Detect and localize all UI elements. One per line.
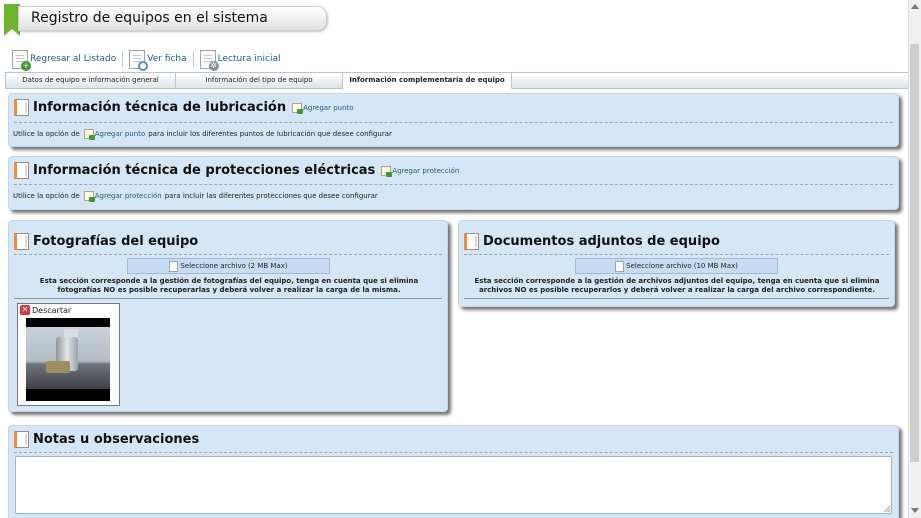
notes-header: Notas u observaciones (14, 431, 199, 448)
equipment-photo[interactable] (26, 318, 110, 401)
inline-add-point-label: Agregar punto (94, 130, 146, 138)
initial-reading-button[interactable]: ✲ Lectura inicial (199, 49, 281, 71)
photos-panel: Fotografías del equipo Seleccione archiv… (8, 220, 448, 412)
back-to-list-button[interactable]: + Regresar al Listado (12, 49, 117, 71)
electrical-panel: Información técnica de protecciones eléc… (8, 156, 899, 210)
description-prefix: Utilice la opción de (13, 130, 80, 138)
toolbar: + Regresar al Listado Ver ficha ✲ Lectur… (12, 47, 286, 71)
delete-icon: ✕ (20, 305, 30, 315)
document-gear-icon: ✲ (199, 49, 219, 71)
section-divider (14, 254, 442, 255)
book-icon (14, 233, 29, 250)
document-upload-button[interactable]: Seleccione archivo (10 MB Max) (575, 258, 778, 274)
section-divider (14, 122, 893, 123)
lubrication-header: Información técnica de lubricación Agreg… (14, 99, 354, 116)
electrical-description: Utilice la opción de Agregar protección … (13, 191, 378, 202)
documents-header: Documentos adjuntos de equipo (464, 233, 720, 250)
add-protection-label: Agregar protección (392, 166, 460, 175)
add-item-icon (381, 165, 393, 177)
discard-photo-button[interactable]: ✕ Descartar (20, 305, 71, 315)
document-search-icon (129, 49, 149, 71)
document-upload-limit: (10 MB Max) (693, 262, 738, 270)
page-title: Registro de equipos en el sistema (18, 6, 327, 31)
photos-note: Esta sección corresponde a la gestión de… (39, 277, 419, 294)
view-sheet-label: Ver ficha (147, 54, 187, 64)
book-icon (14, 431, 29, 448)
scroll-up-arrow-icon[interactable] (911, 4, 919, 9)
electrical-title: Información técnica de protecciones eléc… (33, 163, 376, 178)
scrollbar-thumb[interactable] (910, 44, 919, 462)
page: Registro de equipos en el sistema + Regr… (0, 0, 921, 518)
section-divider (14, 452, 893, 453)
book-icon (464, 233, 479, 250)
file-icon (615, 260, 625, 272)
photo-upload-label: Seleccione archivo (180, 262, 246, 270)
add-point-label: Agregar punto (303, 103, 354, 112)
tab-general-info[interactable]: Datos de equipo e información general (6, 73, 176, 89)
photo-card: ✕ Descartar (17, 303, 120, 406)
page-header: Registro de equipos en el sistema (4, 4, 327, 36)
documents-panel: Documentos adjuntos de equipo Seleccione… (458, 220, 895, 307)
section-divider (14, 184, 893, 185)
add-protection-button[interactable]: Agregar protección (381, 165, 460, 177)
photos-title: Fotografías del equipo (33, 234, 199, 249)
electrical-header: Información técnica de protecciones eléc… (14, 162, 459, 179)
back-to-list-label: Regresar al Listado (30, 54, 117, 64)
book-icon (14, 99, 29, 116)
inline-add-point-link[interactable]: Agregar punto (83, 129, 146, 140)
discard-label: Descartar (32, 305, 72, 315)
documents-note: Esta sección corresponde a la gestión de… (474, 277, 880, 294)
photo-upload-limit: (2 MB Max) (247, 262, 288, 270)
description-suffix: para incluir las diferentes protecciones… (164, 192, 378, 200)
description-prefix: Utilice la opción de (13, 192, 80, 200)
toolbar-divider (122, 51, 124, 67)
notes-textarea[interactable] (15, 456, 892, 514)
tab-bar: Datos de equipo e información general In… (5, 72, 913, 89)
inline-add-protection-label: Agregar protección (94, 192, 162, 200)
photo-detail (46, 361, 70, 373)
notes-panel: Notas u observaciones (8, 425, 899, 518)
file-icon (169, 260, 179, 272)
tab-complementary-info[interactable]: Información complementaria de equipo (343, 73, 512, 89)
section-rule (464, 298, 889, 299)
photo-upload-button[interactable]: Seleccione archivo (2 MB Max) (127, 258, 330, 274)
add-item-icon (292, 102, 304, 114)
lubrication-title: Información técnica de lubricación (33, 100, 287, 115)
section-rule (14, 298, 442, 299)
add-item-icon (83, 129, 95, 140)
scroll-down-arrow-icon[interactable] (911, 508, 919, 513)
toolbar-divider (192, 51, 194, 67)
lubrication-panel: Información técnica de lubricación Agreg… (8, 93, 899, 147)
tab-equipment-type[interactable]: Información del tipo de equipo (176, 73, 343, 89)
add-item-icon (83, 191, 95, 202)
initial-reading-label: Lectura inicial (217, 54, 281, 64)
add-point-button[interactable]: Agregar punto (292, 102, 354, 114)
description-suffix: para incluir los diferentes puntos de lu… (148, 130, 392, 138)
notes-title: Notas u observaciones (33, 432, 200, 447)
documents-title: Documentos adjuntos de equipo (483, 234, 720, 249)
view-sheet-button[interactable]: Ver ficha (129, 49, 187, 71)
book-icon (14, 162, 29, 179)
document-add-icon: + (12, 49, 31, 71)
inline-add-protection-link[interactable]: Agregar protección (83, 191, 162, 202)
document-upload-label: Seleccione archivo (626, 262, 692, 270)
lubrication-description: Utilice la opción de Agregar punto para … (13, 129, 392, 140)
section-divider (464, 254, 889, 255)
photo-image (26, 327, 110, 389)
photos-header: Fotografías del equipo (14, 233, 198, 250)
